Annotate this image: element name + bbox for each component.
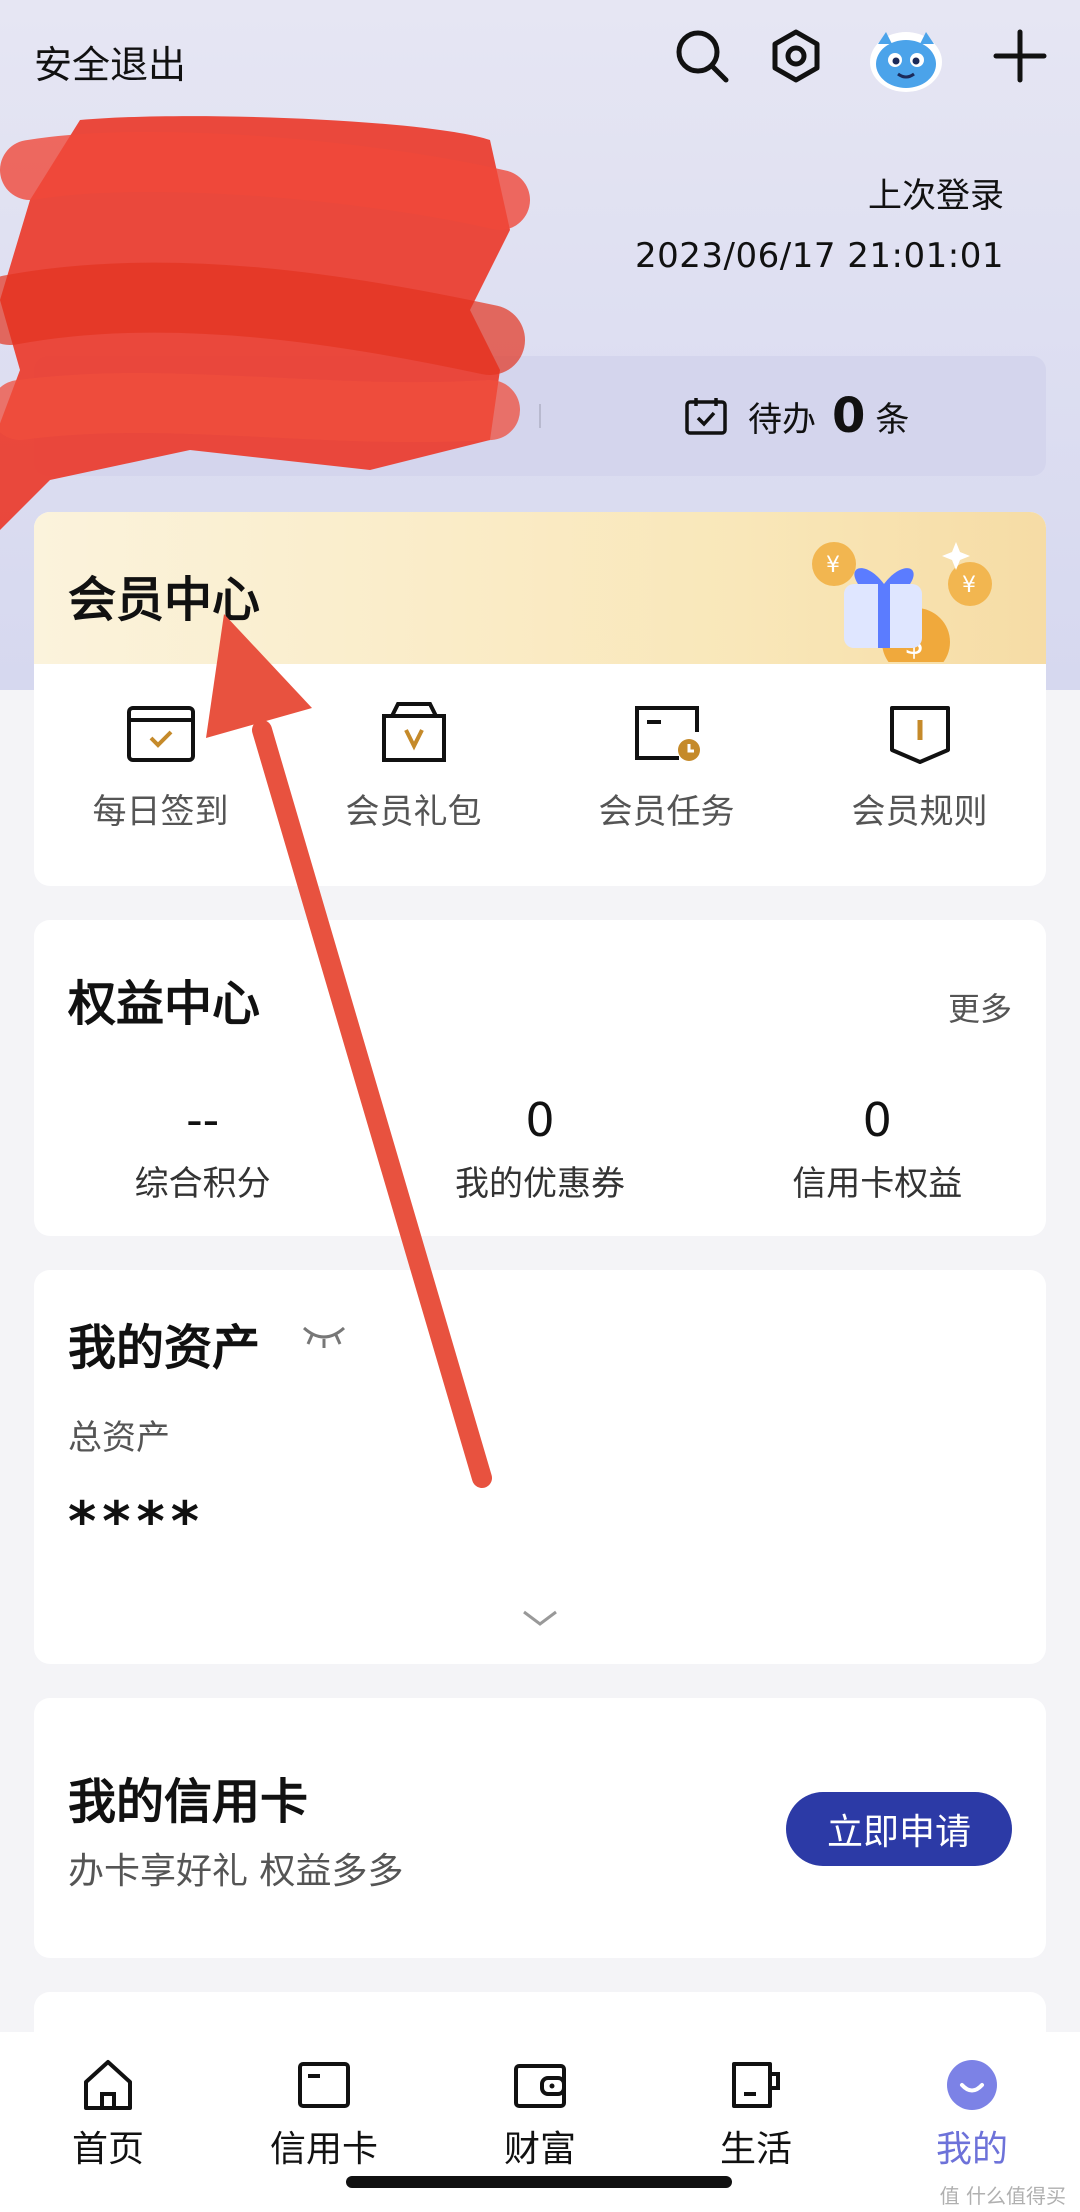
checkin-icon <box>126 706 195 762</box>
tab-label: 我的 <box>935 2129 1008 2170</box>
member-item-label: 会员任务 <box>598 792 735 832</box>
todo-label: 待办 <box>748 399 816 440</box>
member-item-label: 会员礼包 <box>345 792 482 832</box>
total-assets-value: **** <box>68 1490 205 1553</box>
member-center-title: 会员中心 <box>68 572 261 628</box>
total-assets-label: 总资产 <box>68 1418 170 1458</box>
tab-label: 财富 <box>503 2129 576 2170</box>
watermark: 值 什么值得买 <box>939 2184 1066 2208</box>
member-item-rules[interactable]: 会员规则 <box>793 702 1046 852</box>
rights-item-value: 0 <box>862 1093 892 1147</box>
add-icon[interactable] <box>990 26 1050 86</box>
logout-button[interactable]: 安全退出 <box>34 34 186 89</box>
rights-center-title: 权益中心 <box>68 976 261 1032</box>
tab-label: 生活 <box>719 2129 792 2170</box>
my-credit-card-title: 我的信用卡 <box>68 1774 309 1830</box>
member-item-checkin[interactable]: 每日签到 <box>34 702 287 852</box>
member-item-label: 会员规则 <box>851 792 988 832</box>
top-bar: 安全退出 <box>0 0 1080 120</box>
my-credit-card-card: 我的信用卡 办卡享好礼 权益多多 立即申请 <box>34 1698 1046 1958</box>
home-icon <box>84 2060 132 2110</box>
search-icon[interactable] <box>672 26 732 86</box>
rules-book-icon <box>889 706 950 764</box>
apply-now-button[interactable]: 立即申请 <box>786 1792 1012 1866</box>
rights-item-coupons[interactable]: 0 我的优惠券 <box>371 1090 708 1205</box>
wallet-icon <box>514 2064 566 2108</box>
rights-item-value: 0 <box>525 1093 555 1147</box>
last-login-time: 2023/06/17 21:01:01 <box>635 236 1004 276</box>
last-login-label: 上次登录 <box>868 176 1004 216</box>
avatar[interactable] <box>864 22 948 94</box>
my-assets-title: 我的资产 <box>68 1320 261 1376</box>
member-item-label: 每日签到 <box>92 792 229 832</box>
todo-unit: 条 <box>875 399 910 440</box>
credit-card-icon <box>298 2062 350 2108</box>
calendar-check-icon <box>685 398 727 435</box>
member-center-card[interactable]: 会员中心 ¥ ¥ $ 每日签到 会员礼包 <box>34 512 1046 886</box>
rights-item-points[interactable]: -- 综合积分 <box>34 1090 371 1205</box>
member-item-task[interactable]: 会员任务 <box>540 702 793 852</box>
todo-button[interactable]: 待办 0 条 <box>684 386 909 446</box>
svg-text:¥: ¥ <box>826 553 840 578</box>
rights-item-value: -- <box>186 1093 220 1147</box>
member-items-row: 每日签到 会员礼包 会员任务 会员规则 <box>34 702 1046 852</box>
my-credit-card-subtitle: 办卡享好礼 权益多多 <box>68 1851 404 1892</box>
my-assets-card: 我的资产 总资产 **** <box>34 1270 1046 1664</box>
chevron-down-icon[interactable] <box>522 1608 558 1628</box>
member-center-header[interactable]: 会员中心 ¥ ¥ $ <box>34 512 1046 664</box>
rights-items-row: -- 综合积分 0 我的优惠券 0 信用卡权益 <box>34 1090 1046 1205</box>
rights-item-label: 综合积分 <box>134 1164 271 1204</box>
cup-icon <box>732 2062 780 2108</box>
member-item-gift-bag[interactable]: 会员礼包 <box>287 702 540 852</box>
profile-icon <box>947 2060 997 2110</box>
task-icon <box>634 706 700 761</box>
tab-label: 信用卡 <box>269 2129 378 2170</box>
stats-divider <box>539 404 541 428</box>
tab-label: 首页 <box>71 2129 144 2170</box>
settings-icon[interactable] <box>766 26 826 86</box>
home-indicator <box>346 2176 732 2188</box>
gift-illustration-icon: ¥ ¥ $ <box>812 542 992 662</box>
rights-item-label: 我的优惠券 <box>454 1164 625 1204</box>
rights-more-link[interactable]: 更多 <box>948 984 1012 1030</box>
todo-count: 0 <box>832 388 866 444</box>
rights-center-card: 权益中心 更多 -- 综合积分 0 我的优惠券 0 信用卡权益 <box>34 920 1046 1236</box>
svg-text:¥: ¥ <box>962 573 976 598</box>
rights-item-label: 信用卡权益 <box>792 1164 963 1204</box>
tab-home[interactable]: 首页 <box>0 2032 216 2212</box>
gift-bag-icon <box>381 702 446 762</box>
eye-closed-icon[interactable] <box>300 1320 348 1350</box>
rights-item-card-benefits[interactable]: 0 信用卡权益 <box>709 1090 1046 1205</box>
